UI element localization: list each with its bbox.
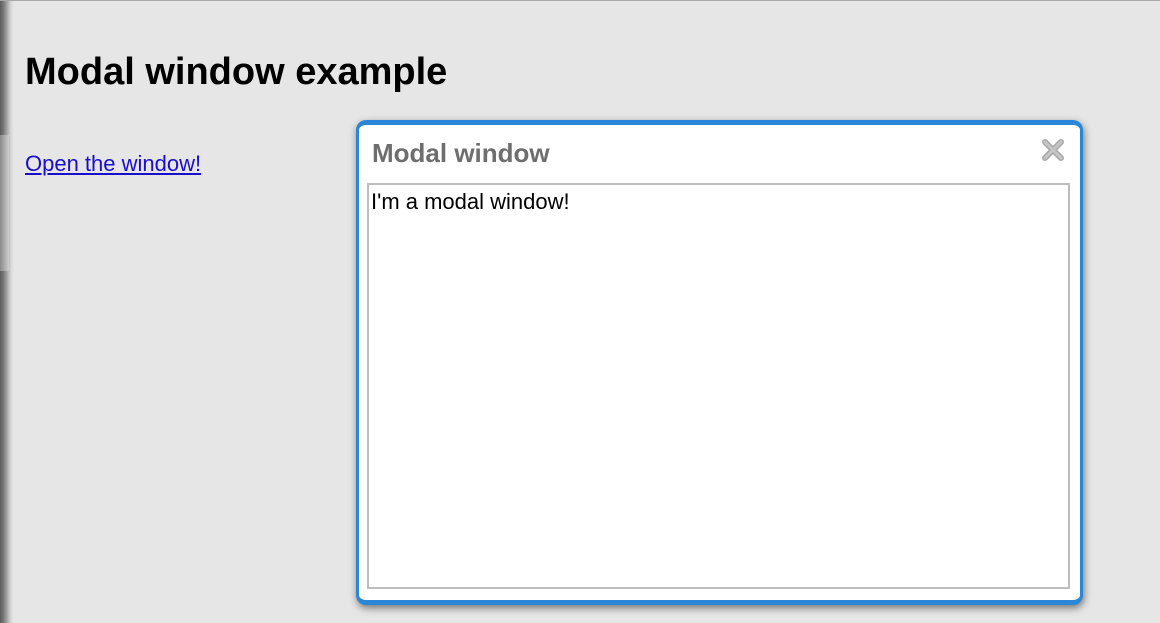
modal-message: I'm a modal window! [371,189,570,214]
left-edge-shadow-notch [0,135,9,271]
page: Modal window example Open the window! Mo… [0,0,1160,623]
close-icon[interactable] [1040,137,1066,163]
open-window-link[interactable]: Open the window! [25,153,201,175]
modal-window: Modal window I'm a modal window! [356,120,1083,605]
page-title: Modal window example [25,51,448,93]
left-edge-shadow [0,1,14,623]
modal-content-frame[interactable]: I'm a modal window! [367,183,1070,589]
modal-title: Modal window [372,138,550,168]
